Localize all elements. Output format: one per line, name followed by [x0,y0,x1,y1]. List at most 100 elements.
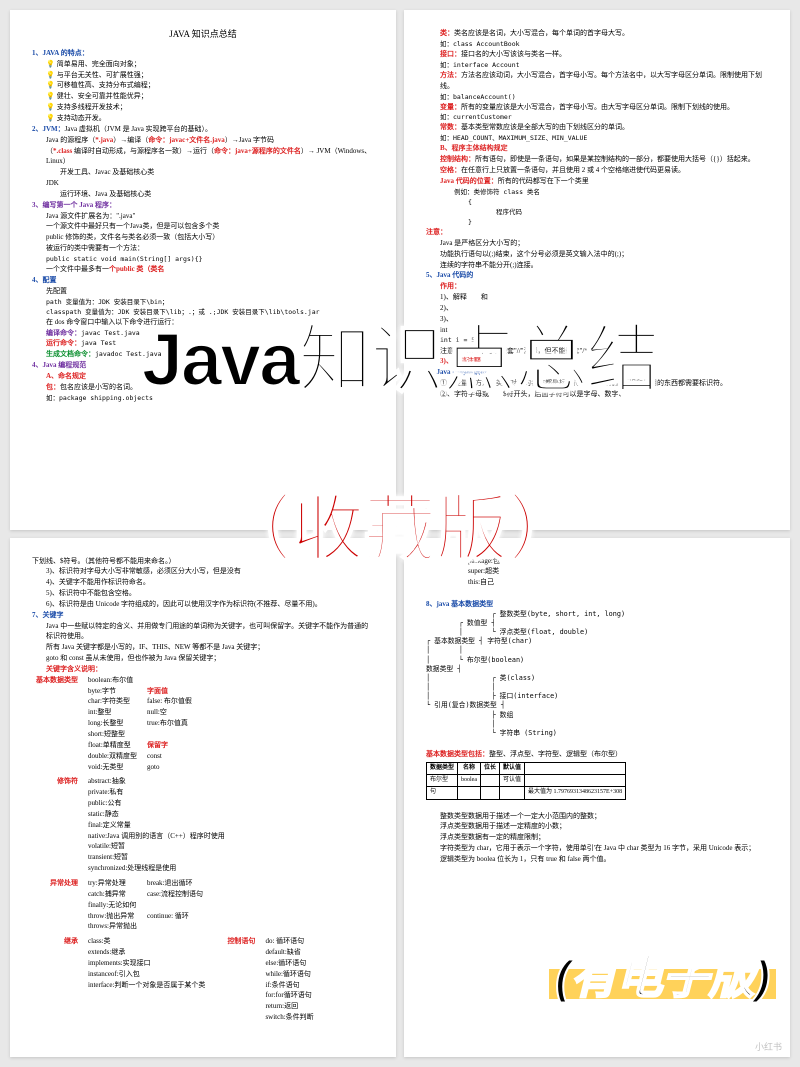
i: continue: 循环 [147,911,203,922]
overlay-footer-wrap: (有电子版) [555,941,770,1007]
i: int:整型 [88,707,137,718]
td [481,775,500,787]
t: 空格： [440,166,461,174]
n1: 整数类型数据用于描述一个一定大小范围内的整数； [426,811,768,822]
t: 基本数据类型包括： [426,750,489,758]
v-eg: 如：currentCustomer [426,112,768,122]
i: synchronized:处理线程是使用 [88,863,225,874]
pkg-3: this:自己 [426,577,768,588]
note-1: Java 是严格区分大小写的； [426,238,768,249]
td: 可认值 [500,775,525,787]
overlay-title: Java知识点总结 [0,300,800,407]
page-3: 下划线、$符号。（其他符号都不能用来命名。） 3)、标识符对字母大小写非常敏感，… [10,538,396,1058]
i: false: 布尔值假 [147,696,192,707]
feat-4: 健壮、安全可靠并性能优异； [32,91,374,102]
th: 数据类型 [427,762,458,774]
s3-l2: 一个源文件中最好只有一个Java类，但是可以包含多个类 [32,221,374,232]
if-eg: 如：interface Account [426,60,768,70]
cfg-title: 4、配置 [32,275,374,286]
t: 个public 类（类名 [109,265,164,273]
i: interface:判断一个对象是否属于某个类 [88,980,205,991]
section-3-title: 3、编写第一个 Java 程序： [32,200,374,211]
g5-lbl: 控制语句 [215,936,255,1023]
n2: 浮点类型数据用于描述一定精度的小数； [426,821,768,832]
i: char:字符类型 [88,696,137,707]
td: 布尔型 [427,775,458,787]
g1-col: boolean:布尔值 byte:字节 char:字符类型 int:整型 lon… [88,675,137,773]
i: if:条件语句 [265,980,313,991]
feat-6: 支持动态开发。 [32,113,374,124]
t: *.class [53,147,72,155]
td: 最大值为 1.7976931348623157E+308 [525,787,626,799]
i: void:无类型 [88,762,137,773]
t: 命令：javac+文件名.java [148,136,225,144]
kw-row4: 继承 class:类 extends:继承 implements:实现接口 in… [32,936,374,1023]
th-empty [525,762,626,774]
t: 所有的代码都写在下一个类里 [498,177,589,185]
t: 所有的变量应该是大小写混合，首字母小写。由大写字母区分单词。限制下划线的使用。 [461,103,734,111]
i: public:公有 [88,798,225,809]
t: ）→编译（ [113,136,148,144]
t: 在任意行上只放置一条语句，并且使用 2 或 4 个空格缩进使代码更易读。 [461,166,685,174]
s7-2: 所有 Java 关键字都是小写的，IF、THIS、NEW 等都不是 Java 关… [32,642,374,653]
page-2: 类：类名应该是名词，大小写混合，每个单词的首字母大写。 如：class Acco… [404,10,790,530]
g2-col: abstract:抽象 private:私有 public:公有 static:… [88,776,225,874]
pos-eg3: 程序代码 [426,207,768,217]
i: byte:字节 [88,686,137,697]
g4-col: class:类 extends:继承 implements:实现接口 insta… [88,936,205,1023]
s7-1: Java 中一些赋以特定的含义、并用做专门用途的单词称为关键字，也可叫保留字。关… [32,621,374,643]
c-eg: 如：HEAD_COUNT、MAXIMUM_SIZE、MIN_VALUE [426,133,768,143]
i: native:Java 调用别的语言（C++）程序时使用 [88,831,225,842]
i: finally:无论如何 [88,900,137,911]
s5-t: 5、Java 代码的 [426,270,768,281]
lit-col: 字面值 false: 布尔值假 null:空 true:布尔值真 保留字 con… [147,675,192,773]
s3-l3: public 修饰的类，文件名与类名必须一致（包括大小写） [32,232,374,243]
c: 常数：基本类型常数应该是全部大写的由下划线区分的单词。 [426,122,768,133]
i: static:静态 [88,809,225,820]
t: 类名应该是名词，大小写混合，每个单词的首字母大写。 [454,29,629,37]
i: instanceof:引入包 [88,969,205,980]
table-header: 数据类型 名称 位长 默认值 [427,762,626,774]
s3-l5: 一个文件中最多有一个public 类（类名 [32,264,374,275]
i: short:短整型 [88,729,137,740]
s3-l4: 被运行的类中需要有一个方法： [32,243,374,254]
type-tree: ┌ 整数类型(byte, short, int, long) ┌ 数值型 ┤ │… [426,610,768,738]
t: Java 代码的位置： [440,177,498,185]
t: *.java [95,136,113,144]
s7-3: goto 和 const 虽从未使用，但也作被为 Java 保留关键字； [32,653,374,664]
m: 方法：方法名应该动词，大小写混合，首字母小写。每个方法名中，以大写字母区分单词。… [426,70,768,92]
note-3: 连续的字符串不能分开(;)连接。 [426,260,768,271]
i: transient:短暂 [88,852,225,863]
g3-col: try:异常处理 catch:捕异常 finally:无论如何 throw:抛出… [88,878,137,932]
m-eg: 如：balanceAccount() [426,92,768,102]
s8-t: 8、java 基本数据类型 [426,599,768,610]
t: 接口名的大小写该该与类名一样。 [461,50,566,58]
if: 接口：接口名的大小写该该与类名一样。 [426,49,768,60]
table-row: 句 最大值为 1.7976931348623157E+308 [427,787,626,799]
i: switch:条件判断 [265,1012,313,1023]
i: boolean:布尔值 [88,675,137,686]
overlay-subtitle: （收藏版） [0,470,800,575]
s2-compile-line: Java 的源程序（*.java）→编译（命令：javac+文件名.java）→… [32,135,374,146]
t: 基本类型常数应该是全部大写的由下划线区分的单词。 [461,123,629,131]
td: boolea [458,775,481,787]
b-title: B、程序主体结构规定 [426,143,768,154]
s3-l1: Java 源文件扩展名为：".java" [32,211,374,222]
section-2-title: 2、JVM： [32,125,65,133]
feat-2: 与平台无关性、可扩展性强； [32,70,374,81]
note-t: 注意： [426,227,768,238]
i: for:for循环语句 [265,990,313,1001]
i: case:流程控制语句 [147,889,203,900]
td [500,787,525,799]
t: （ [46,147,53,155]
i: const [147,751,192,762]
ctrl: 控制结构：所有语句，即使是一条语句，如果是某控制结构的一部分，都要使用大括号（{… [426,154,768,165]
pos-eg4: } [426,217,768,227]
th: 名称 [458,762,481,774]
s2-run-line: （*.class 编译时自动形成，与源程序名一致）→运行（命令：java+源程序… [32,146,374,168]
i: long:长整型 [88,718,137,729]
g1-lbl: 基本数据类型 [32,675,78,773]
th: 默认值 [500,762,525,774]
t: 命令：java+源程序的文件名 [214,147,301,155]
cls-eg: 如：class AccountBook [426,39,768,49]
